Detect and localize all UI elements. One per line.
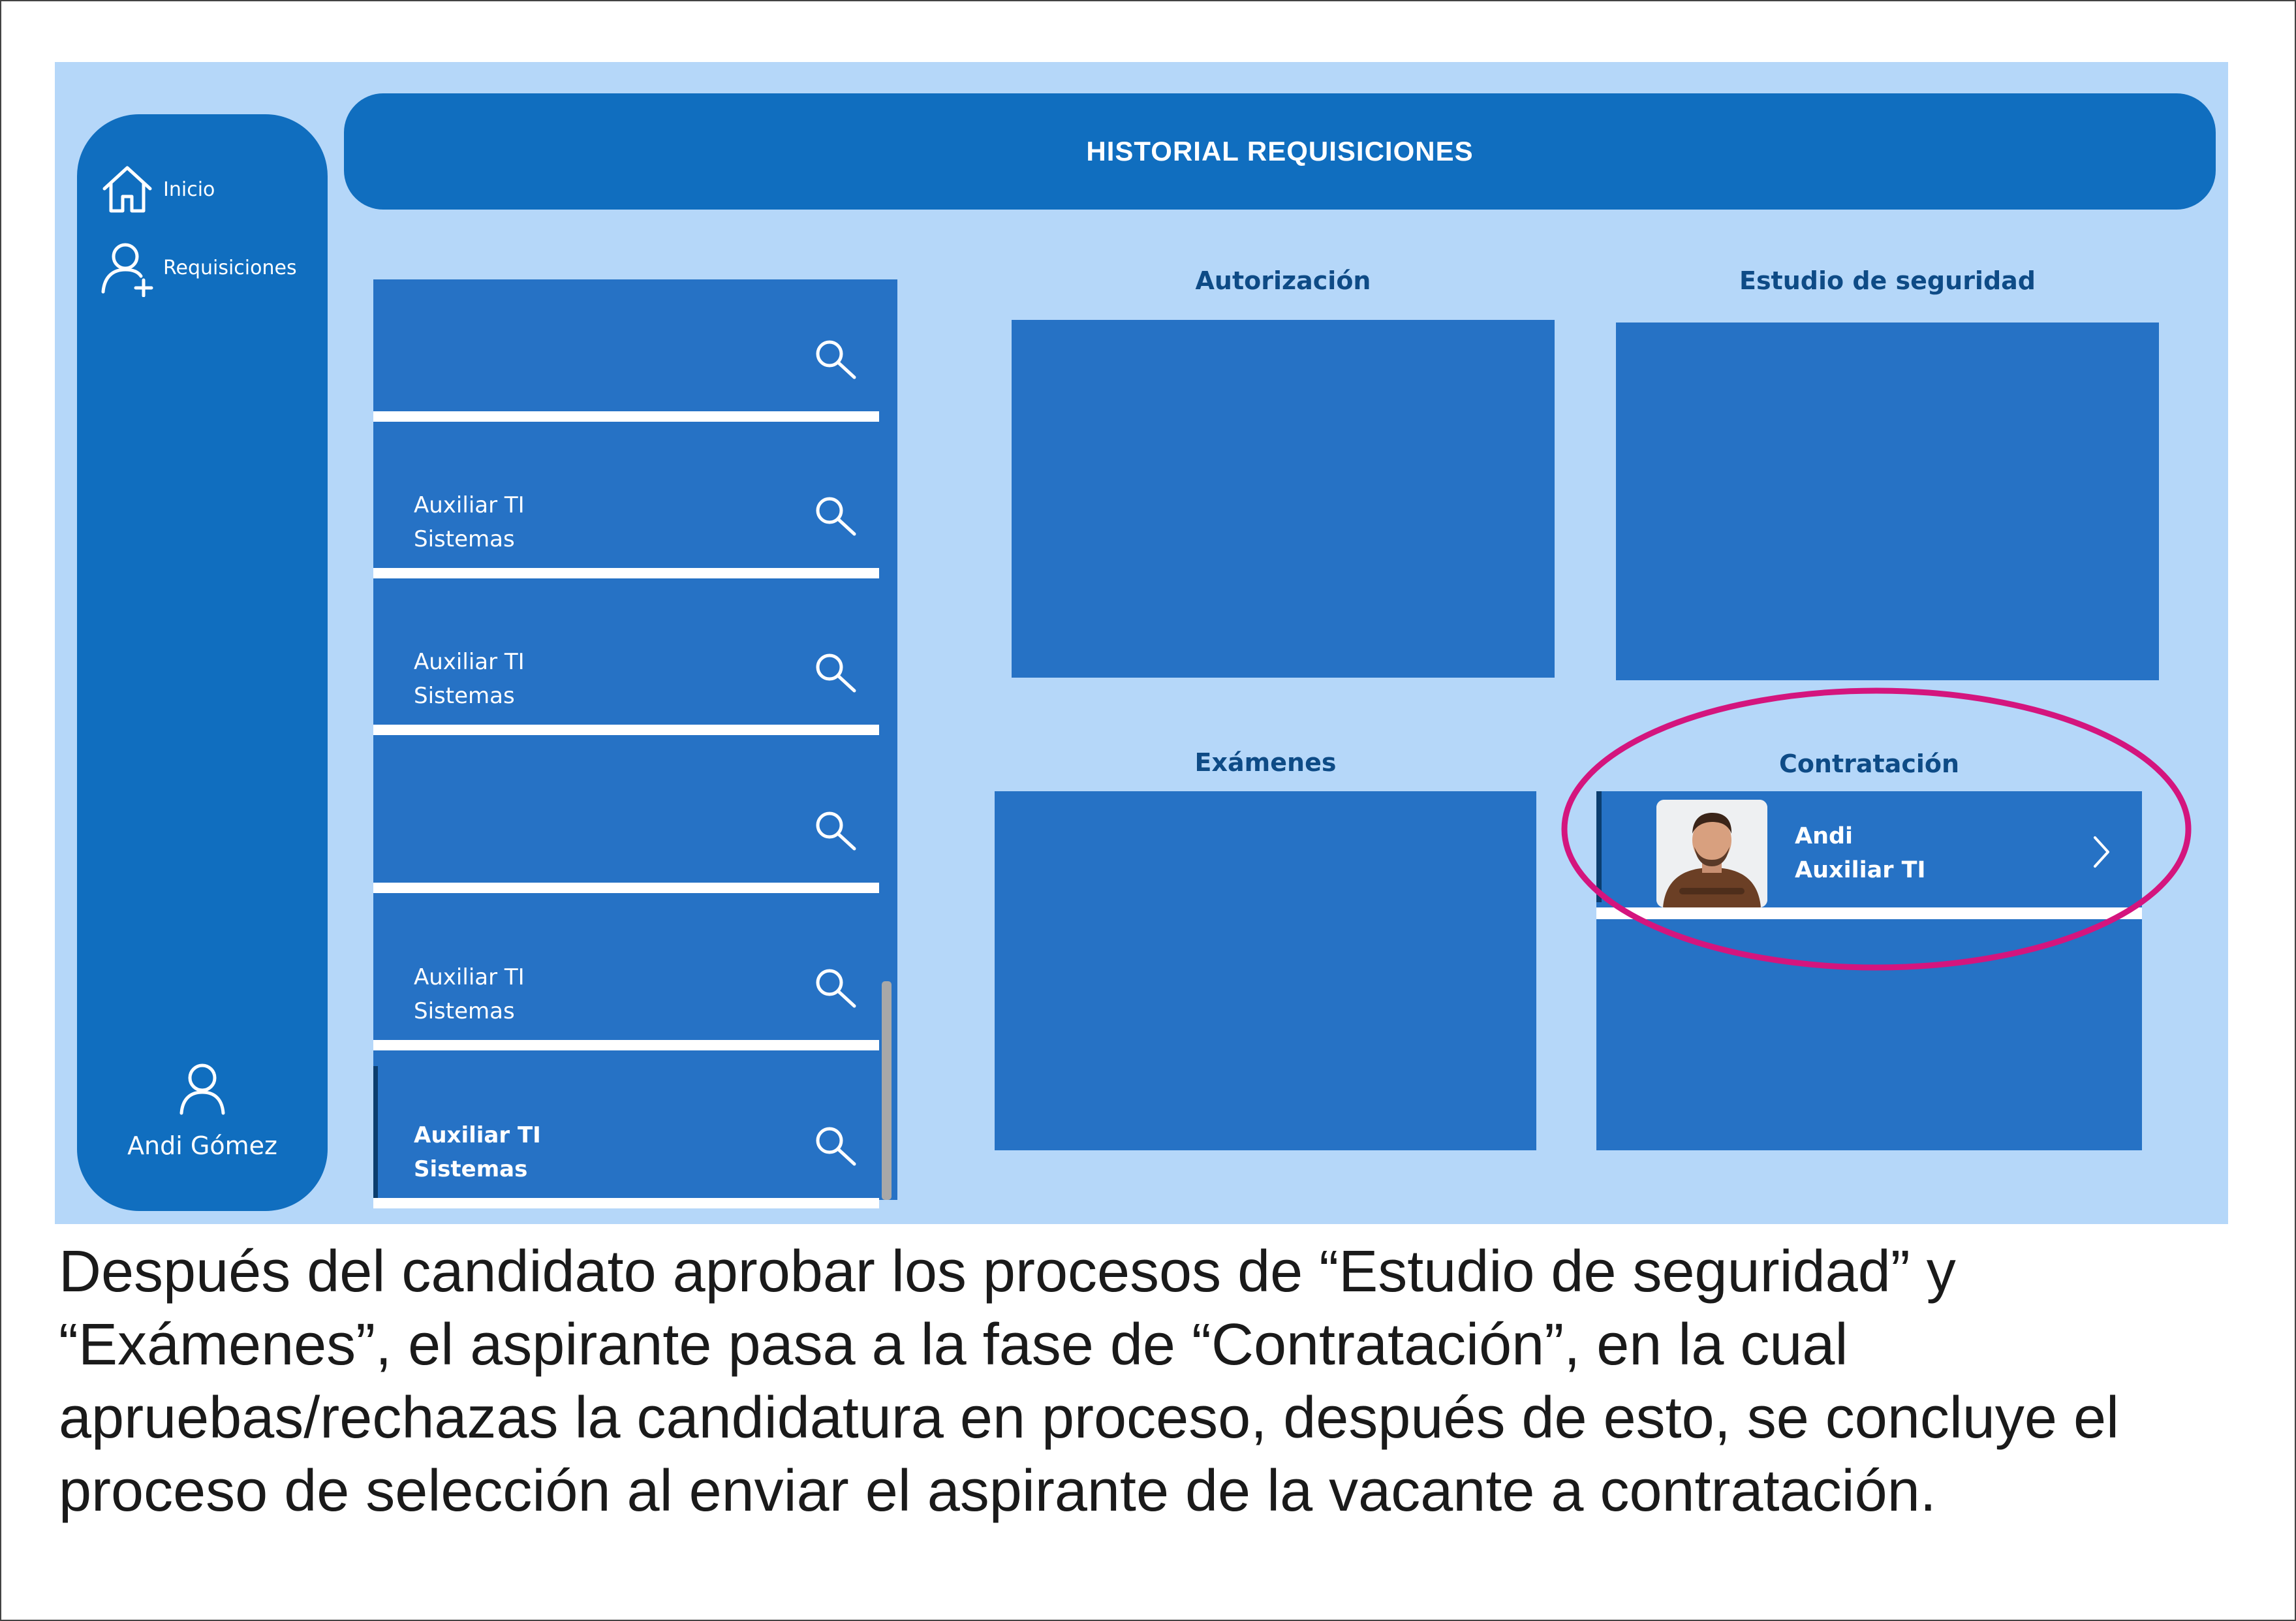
highlight-annotation	[1561, 687, 2192, 971]
section-title-estudio-seguridad: Estudio de seguridad	[1739, 266, 2036, 295]
list-separator	[373, 883, 879, 893]
list-item-title: Auxiliar TI	[414, 649, 525, 675]
list-item-subtitle: Sistemas	[414, 998, 515, 1024]
list-item[interactable]: Auxiliar TI Sistemas	[373, 593, 879, 735]
search-icon[interactable]	[811, 1122, 860, 1171]
sidebar-item-label: Requisiciones	[163, 256, 297, 279]
list-item-subtitle: Sistemas	[414, 1156, 528, 1182]
section-title-autorizacion: Autorización	[1195, 266, 1371, 295]
add-user-icon	[101, 243, 153, 297]
list-item-subtitle: Sistemas	[414, 526, 515, 552]
list-separator	[373, 1040, 879, 1050]
list-item-title: Auxiliar TI	[414, 964, 525, 990]
list-item[interactable]: Auxiliar TI Sistemas	[373, 436, 879, 578]
autorizacion-panel	[1012, 320, 1555, 678]
list-separator	[373, 411, 879, 422]
search-icon[interactable]	[811, 492, 860, 541]
user-icon	[179, 1063, 225, 1115]
search-icon[interactable]	[811, 964, 860, 1013]
list-item[interactable]	[373, 751, 879, 893]
user-name: Andi Gómez	[127, 1131, 277, 1160]
home-icon	[102, 166, 152, 213]
search-icon[interactable]	[811, 336, 860, 384]
list-separator	[373, 725, 879, 735]
list-item-subtitle: Sistemas	[414, 683, 515, 709]
page-header: HISTORIAL REQUISICIONES	[344, 93, 2216, 210]
estudio-seguridad-panel	[1616, 323, 2159, 680]
page-title: HISTORIAL REQUISICIONES	[1086, 136, 1474, 166]
sidebar-item-label: Inicio	[163, 178, 215, 201]
search-icon[interactable]	[811, 649, 860, 697]
section-title-examenes: Exámenes	[1194, 748, 1337, 777]
list-separator	[373, 568, 879, 578]
scrollbar[interactable]	[882, 981, 892, 1200]
list-separator	[373, 1198, 879, 1208]
sidebar-item-inicio[interactable]: Inicio	[98, 160, 215, 219]
list-item-title: Auxiliar TI	[414, 492, 525, 518]
selection-indicator	[373, 1066, 378, 1208]
list-item[interactable]	[373, 279, 879, 422]
user-profile[interactable]: Andi Gómez	[77, 1061, 328, 1160]
list-item[interactable]: Auxiliar TI Sistemas	[373, 908, 879, 1050]
list-item-title: Auxiliar TI	[414, 1122, 541, 1148]
caption-text: Después del candidato aprobar los proces…	[59, 1239, 2120, 1524]
sidebar-item-requisiciones[interactable]: Requisiciones	[98, 238, 297, 297]
requisition-list[interactable]: Auxiliar TI Sistemas Auxiliar TI Sistemas …	[373, 279, 897, 1208]
examenes-panel	[995, 791, 1536, 1150]
list-item-selected[interactable]: Auxiliar TI Sistemas	[373, 1066, 879, 1208]
search-icon[interactable]	[811, 807, 860, 855]
